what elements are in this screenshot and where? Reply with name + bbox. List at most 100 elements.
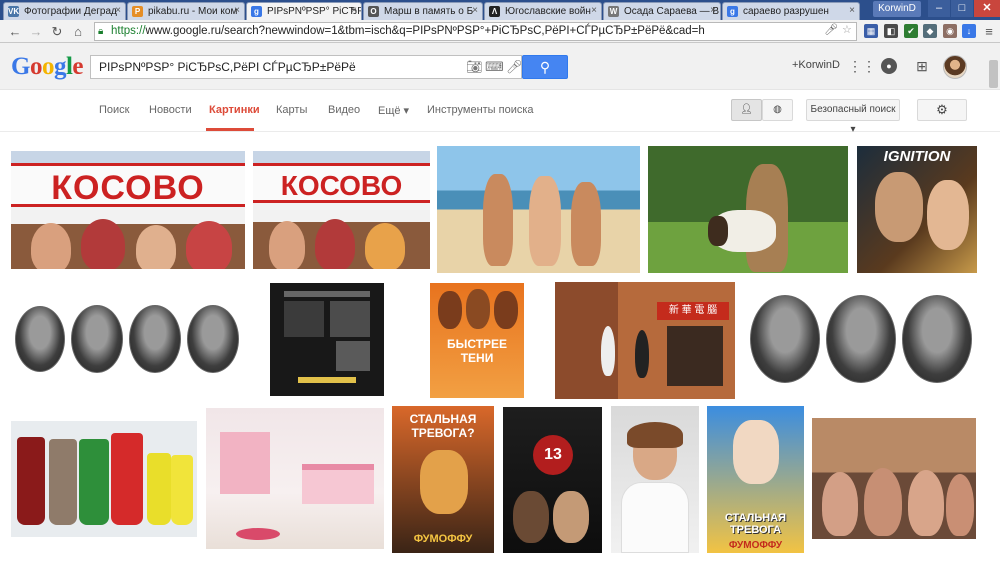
actor-face	[438, 291, 462, 329]
image-result-rubber-boots[interactable]	[11, 421, 197, 537]
image-result-dark-website[interactable]	[270, 283, 384, 396]
rug	[236, 528, 280, 540]
extension-icon[interactable]: ✔	[904, 24, 918, 38]
browser-tab-active[interactable]: g PIPsPNºPSP° PiCЂPs ×	[246, 2, 362, 20]
tab-search[interactable]: Поиск	[99, 104, 129, 116]
back-arrow-icon[interactable]: ←	[6, 23, 24, 40]
actor-face	[553, 491, 589, 543]
apps-grid-icon[interactable]: ⋮⋮	[848, 58, 876, 74]
extension-icon[interactable]: ↓	[962, 24, 976, 38]
crowd-person	[315, 219, 355, 269]
image-result-portraits-ovals[interactable]	[11, 303, 243, 375]
minimize-icon[interactable]: –	[928, 0, 950, 17]
portrait-oval	[129, 305, 181, 373]
image-result-kosovo-protest[interactable]: КОСОВО	[11, 151, 245, 269]
user-name-link[interactable]: +KorwinD	[792, 59, 840, 71]
address-bar[interactable]: 🔒︎ https://www.google.ru/search?newwindo…	[94, 22, 857, 41]
image-result-woman-portrait[interactable]	[611, 406, 699, 553]
crowd-person	[136, 225, 176, 269]
extension-icon[interactable]: ◧	[884, 24, 898, 38]
share-plus-icon[interactable]: ⊞	[914, 58, 930, 74]
google-logo[interactable]: Google	[11, 53, 83, 81]
dog-head	[708, 216, 728, 246]
image-result-kosovo-protest[interactable]: КОСОВО	[253, 151, 430, 269]
menu-icon[interactable]: ≡	[980, 23, 998, 40]
tab-title: сараево разрушен	[743, 6, 829, 17]
browser-tab[interactable]: P pikabu.ru - Мои ком ×	[127, 2, 245, 20]
crowd-person	[81, 219, 125, 269]
scrollbar-thumb[interactable]	[989, 60, 998, 88]
crowd-person	[31, 223, 71, 269]
tab-title: Югославские войн	[505, 6, 591, 17]
search-tools-button[interactable]: Инструменты поиска	[427, 104, 534, 116]
browser-tab[interactable]: W Осада Сараева — В ×	[603, 2, 721, 20]
tab-close-icon[interactable]: ×	[472, 5, 478, 16]
camera-icon[interactable]: 📷︎	[466, 59, 483, 75]
image-result-street-protest[interactable]	[812, 418, 976, 539]
maximize-icon[interactable]: □	[951, 0, 973, 17]
tab-close-icon[interactable]: ×	[849, 5, 855, 16]
protester	[908, 470, 944, 536]
notifications-icon[interactable]: ●	[881, 58, 897, 74]
star-icon[interactable]: ☆	[842, 23, 852, 36]
profile-badge[interactable]: KorwinD	[873, 1, 921, 17]
browser-tab[interactable]: Λ Югославские войн ×	[484, 2, 602, 20]
image-result-leaders-ovals[interactable]	[744, 292, 976, 387]
bed	[302, 464, 374, 504]
actor-face	[875, 172, 923, 242]
search-button[interactable]: ⚲	[522, 55, 568, 79]
tab-close-icon[interactable]: ×	[234, 5, 240, 16]
close-icon[interactable]: ✕	[974, 0, 1000, 17]
number-badge: 13	[533, 435, 573, 475]
page-header-strip	[284, 291, 370, 297]
microphone-icon[interactable]: 🎤︎	[506, 59, 523, 75]
tab-close-icon[interactable]: ×	[351, 5, 357, 16]
forward-arrow-icon[interactable]: →	[27, 23, 45, 40]
image-result-pink-bedroom[interactable]	[206, 408, 384, 549]
image-result-beach[interactable]	[437, 146, 640, 273]
gear-icon[interactable]: ⚙	[917, 99, 967, 121]
woman-figure	[483, 174, 513, 266]
browser-tab[interactable]: VK Фотографии Деград ×	[3, 2, 126, 20]
microphone-icon[interactable]: 🎤︎	[824, 23, 838, 36]
reload-icon[interactable]: ↻	[48, 23, 66, 40]
image-result-ignition-poster[interactable]: IGNITION	[857, 146, 977, 273]
tab-news[interactable]: Новости	[149, 104, 192, 116]
browser-window: VK Фотографии Деград × P pikabu.ru - Мои…	[0, 0, 1000, 562]
extension-icon[interactable]: ◆	[923, 24, 937, 38]
person-icon[interactable]: 👤︎	[731, 99, 762, 121]
tab-maps[interactable]: Карты	[276, 104, 307, 116]
safe-search-dropdown[interactable]: Безопасный поиск ▾	[806, 99, 900, 135]
wikipedia-favicon-icon: W	[608, 6, 619, 17]
image-result-man-with-dog[interactable]	[648, 146, 848, 273]
tab-close-icon[interactable]: ×	[591, 5, 597, 16]
image-result-full-metal-panic-dvd[interactable]: СТАЛЬНАЯ ТРЕВОГА ФУМОФФУ	[707, 406, 804, 553]
tab-more[interactable]: Ещё ▾	[378, 104, 409, 117]
protester	[822, 472, 858, 536]
search-nav-bar: Поиск Новости Картинки Карты Видео Ещё ▾…	[0, 90, 1000, 135]
tab-video[interactable]: Видео	[328, 104, 360, 116]
avatar[interactable]	[943, 55, 967, 79]
image-result-bystree-teni-dvd[interactable]: БЫСТРЕЕ ТЕНИ	[430, 283, 524, 398]
tab-close-icon[interactable]: ×	[115, 5, 121, 16]
photo-block	[284, 301, 324, 337]
search-input[interactable]: PIPsPNºPSP° PiCЂPsC,PёPI CЃPµCЂP±PёPё	[90, 55, 522, 79]
site-favicon-icon: O	[368, 6, 379, 17]
keyboard-icon[interactable]: ⌨	[485, 59, 504, 75]
globe-icon[interactable]: ◍	[762, 99, 793, 121]
wardrobe	[220, 432, 270, 494]
image-result-chinatown-street[interactable]: 新 華 電 腦	[555, 282, 735, 399]
image-result-assault-precinct-13-poster[interactable]: 13	[503, 407, 602, 553]
extension-icon[interactable]: ◉	[943, 24, 957, 38]
extension-icon[interactable]: ▦	[864, 24, 878, 38]
pedestrian	[601, 326, 615, 376]
google-favicon-icon: g	[251, 6, 262, 17]
browser-tab[interactable]: O Марш в память о Б ×	[363, 2, 483, 20]
logo-letter: o	[41, 53, 55, 80]
image-result-full-metal-panic-poster[interactable]: СТАЛЬНАЯ ТРЕВОГА? ФУМОФФУ	[392, 406, 494, 553]
browser-tab[interactable]: g сараево разрушен ×	[722, 2, 860, 20]
tab-close-icon[interactable]: ×	[710, 5, 716, 16]
home-icon[interactable]: ⌂	[69, 23, 87, 40]
tab-images[interactable]: Картинки	[209, 104, 260, 116]
dvd-subtitle: ФУМОФФУ	[728, 540, 783, 551]
